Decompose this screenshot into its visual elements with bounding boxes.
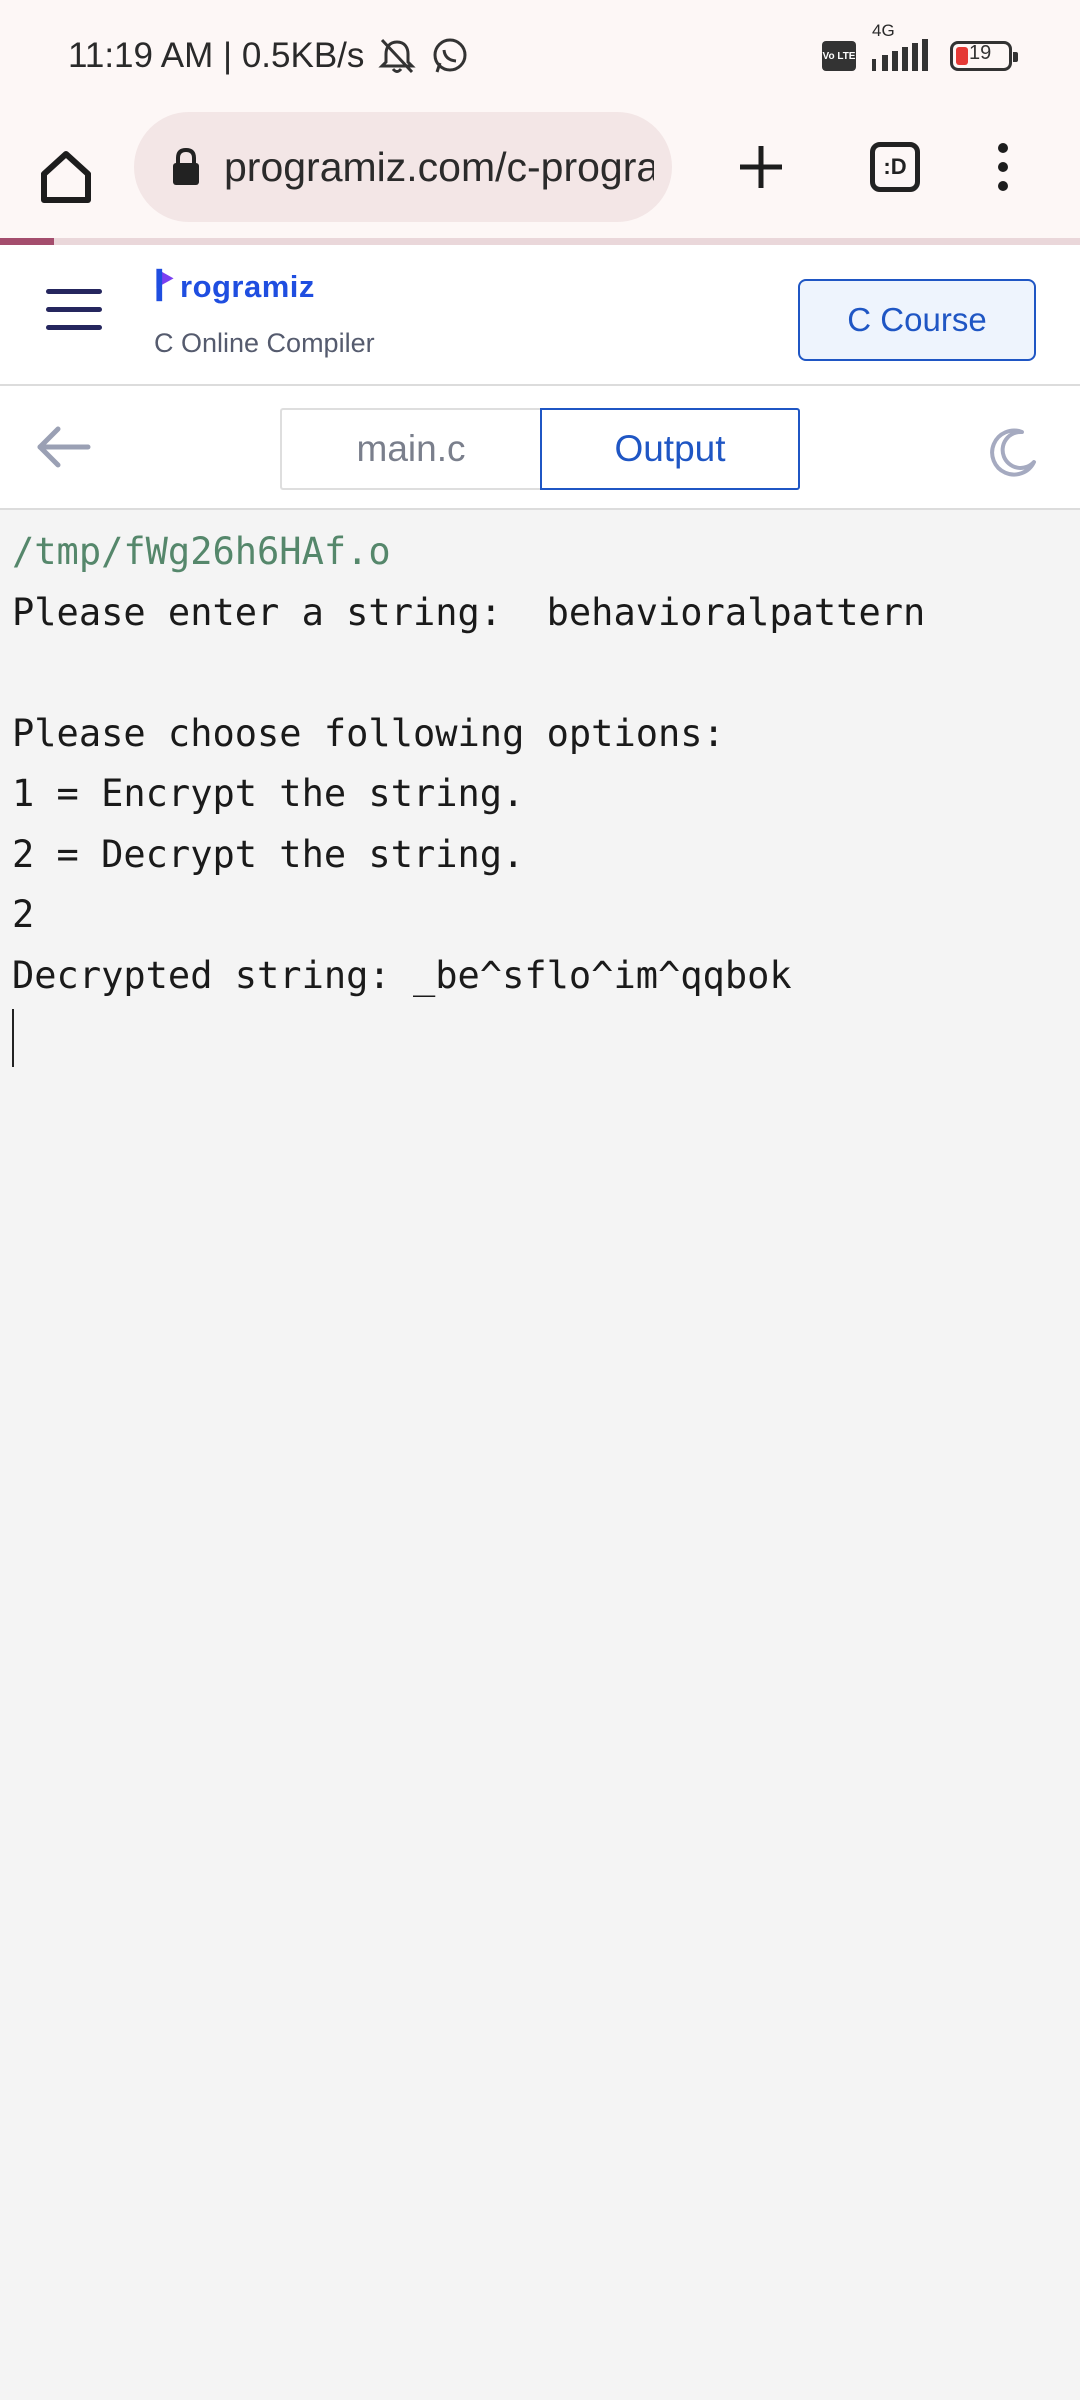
- text-cursor: [12, 1008, 14, 1067]
- tab-count: :D: [883, 154, 907, 179]
- tab-switcher-icon: :D: [870, 142, 920, 192]
- tab-main-c[interactable]: main.c: [280, 408, 540, 490]
- home-icon: [41, 151, 91, 203]
- arrow-left-icon: [37, 426, 91, 468]
- home-button[interactable]: [30, 140, 102, 212]
- dark-mode-toggle[interactable]: [988, 426, 1044, 482]
- hamburger-menu-button[interactable]: [46, 289, 106, 337]
- more-vert-icon: [998, 143, 1008, 191]
- network-type: 4G: [872, 21, 895, 40]
- back-button[interactable]: [34, 422, 94, 474]
- compiler-subtitle: C Online Compiler: [154, 328, 375, 358]
- volte-icon: Vo LTE: [822, 41, 856, 71]
- status-time: 11:19 AM | 0.5KB/s: [68, 36, 365, 75]
- status-bar: 11:19 AM | 0.5KB/s Vo LTE 4G 19: [0, 0, 1080, 112]
- page-load-progress: [0, 238, 1080, 245]
- url-bar[interactable]: programiz.com/c-programming/online-compi…: [134, 112, 672, 222]
- programiz-logo[interactable]: rogramiz: [152, 265, 315, 305]
- mute-notification-icon: [374, 36, 420, 76]
- plus-icon: [740, 146, 782, 188]
- lock-icon: [173, 147, 199, 185]
- site-header: rogramiz C Online Compiler C Course: [0, 245, 1080, 386]
- programiz-logo-icon: [156, 268, 174, 302]
- output-line: 2: [12, 893, 35, 936]
- output-line: Please choose following options:: [12, 711, 725, 755]
- volte-label: Vo LTE: [822, 50, 856, 62]
- moon-icon: [990, 428, 1036, 477]
- output-line: Please enter a string: behavioralpattern: [12, 590, 926, 634]
- c-course-button[interactable]: C Course: [798, 279, 1036, 361]
- logo-text: rogramiz: [180, 269, 315, 304]
- battery-level: 19: [969, 42, 992, 64]
- url-text: programiz.com/c-programming/online-compi…: [224, 143, 654, 190]
- input-line[interactable]: [12, 1006, 1068, 1067]
- tab-output[interactable]: Output: [540, 408, 800, 490]
- signal-icon: 4G: [870, 21, 936, 73]
- battery-icon: 19: [950, 41, 1018, 71]
- whatsapp-icon: [430, 36, 470, 76]
- browser-menu-button[interactable]: [968, 132, 1038, 202]
- new-tab-button[interactable]: [726, 132, 796, 202]
- output-line: 1 = Encrypt the string.: [12, 772, 525, 815]
- editor-tab-row: main.c Output: [0, 386, 1080, 510]
- tab-switcher-button[interactable]: :D: [860, 132, 930, 202]
- browser-toolbar: programiz.com/c-programming/online-compi…: [0, 112, 1080, 238]
- output-line: 2 = Decrypt the string.: [12, 832, 525, 876]
- output-line: Decrypted string: _be^sflo^im^qqbok: [12, 953, 792, 997]
- output-console[interactable]: /tmp/fWg26h6HAf.o Please enter a string:…: [0, 512, 1080, 2400]
- output-path: /tmp/fWg26h6HAf.o: [12, 530, 391, 573]
